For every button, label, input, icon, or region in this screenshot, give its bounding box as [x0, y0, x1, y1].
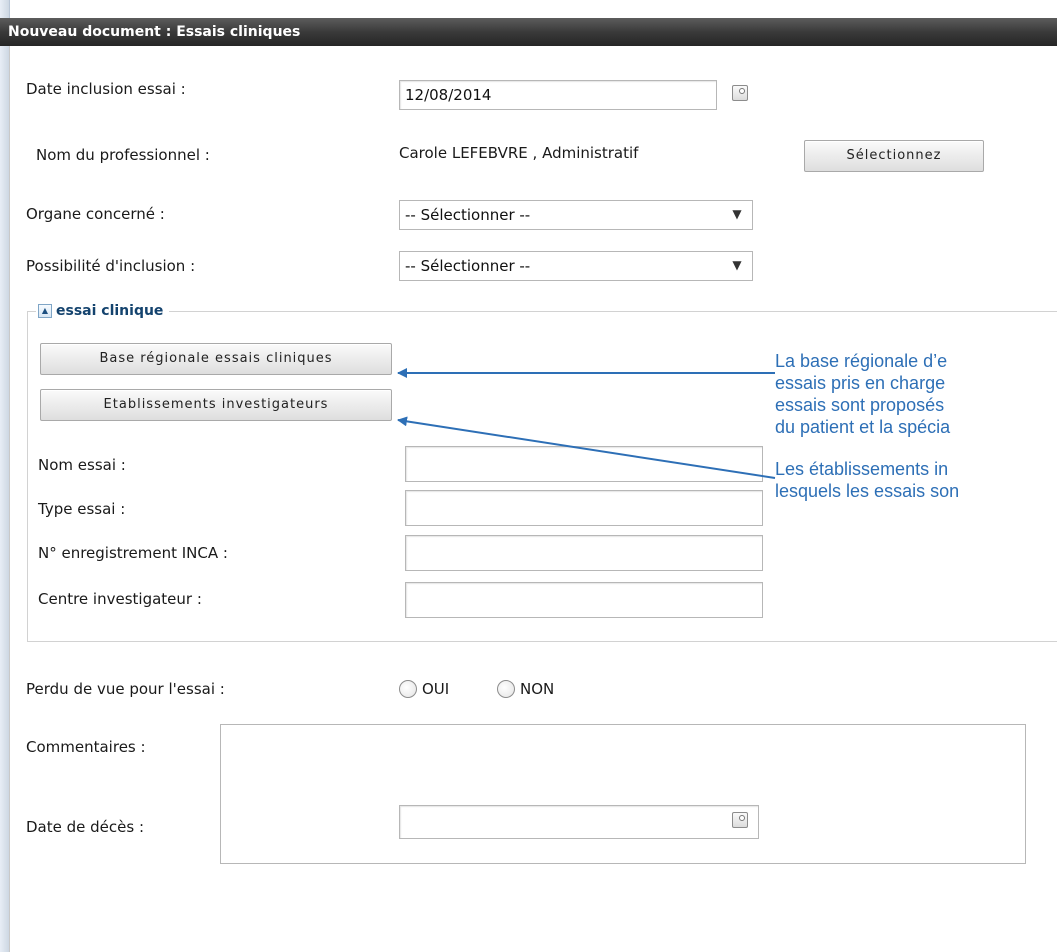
date-inclusion-input[interactable]: 12/08/2014: [399, 80, 717, 110]
organe-select[interactable]: -- Sélectionner -- ▼: [399, 200, 753, 230]
nom-essai-input[interactable]: [405, 446, 763, 482]
possibilite-select[interactable]: -- Sélectionner -- ▼: [399, 251, 753, 281]
type-essai-input[interactable]: [405, 490, 763, 526]
professionnel-value: Carole LEFEBVRE , Administratif: [399, 144, 639, 162]
etablissements-investigateurs-button[interactable]: Etablissements investigateurs: [40, 389, 392, 421]
inca-input[interactable]: [405, 535, 763, 571]
essai-clinique-legend[interactable]: ▲ essai clinique: [36, 301, 170, 321]
date-deces-label: Date de décès :: [26, 818, 145, 836]
window-title: Nouveau document : Essais cliniques: [0, 18, 1057, 46]
perdu-vue-label: Perdu de vue pour l'essai :: [26, 680, 225, 698]
commentaires-label: Commentaires :: [26, 738, 146, 756]
annotation-base-regionale-line4: du patient et la spécia: [775, 417, 951, 437]
calendar-icon[interactable]: [732, 812, 748, 828]
inca-label: N° enregistrement INCA :: [38, 544, 228, 562]
organe-selected: -- Sélectionner --: [405, 206, 531, 224]
radio-non-label: NON: [520, 680, 555, 698]
nom-essai-label: Nom essai :: [38, 456, 126, 474]
select-professional-button[interactable]: Sélectionnez: [804, 140, 984, 172]
date-deces-input[interactable]: [399, 805, 759, 839]
possibilite-label: Possibilité d'inclusion :: [26, 257, 196, 275]
type-essai-label: Type essai :: [38, 500, 126, 518]
organe-label: Organe concerné :: [26, 205, 165, 223]
annotation-base-regionale-line3: essais sont proposés: [775, 395, 945, 415]
essai-clinique-legend-text: essai clinique: [56, 303, 164, 319]
base-regionale-button[interactable]: Base régionale essais cliniques: [40, 343, 392, 375]
chevron-down-icon: ▼: [732, 207, 742, 221]
centre-input[interactable]: [405, 582, 763, 618]
professionnel-label: Nom du professionnel :: [36, 146, 210, 164]
radio-oui[interactable]: [399, 680, 417, 698]
centre-label: Centre investigateur :: [38, 590, 202, 608]
radio-non[interactable]: [497, 680, 515, 698]
collapse-toggle-icon[interactable]: ▲: [38, 304, 52, 318]
possibilite-selected: -- Sélectionner --: [405, 257, 531, 275]
annotation-base-regionale-line1: La base régionale d’e: [775, 351, 948, 371]
annotation-etablissements-line2: lesquels les essais son: [775, 481, 960, 501]
commentaires-textarea[interactable]: [220, 724, 1026, 864]
annotation-etablissements-line1: Les établissements in: [775, 459, 949, 479]
calendar-icon[interactable]: [732, 85, 748, 101]
annotation-base-regionale-line2: essais pris en charge: [775, 373, 946, 393]
date-inclusion-label: Date inclusion essai :: [26, 80, 186, 98]
radio-oui-label: OUI: [422, 680, 450, 698]
chevron-down-icon: ▼: [732, 258, 742, 272]
